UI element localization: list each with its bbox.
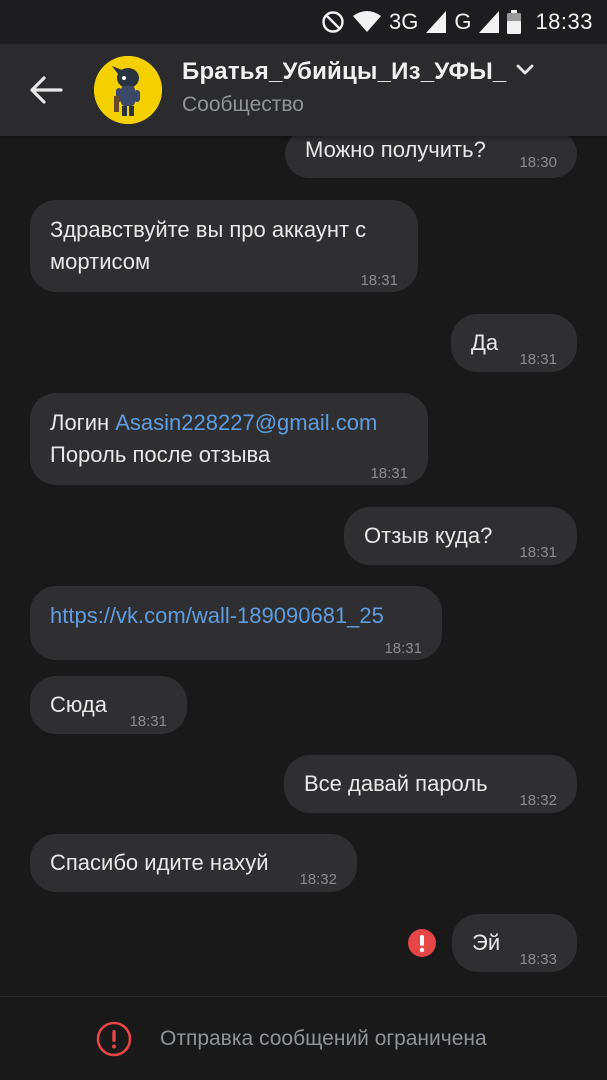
email-link[interactable]: Asasin228227@gmail.com [115,410,377,435]
status-bar: 3G G 18:33 [0,0,607,44]
chat-header: Братья_Убийцы_Из_УФЫ_ Сообщество [0,44,607,136]
message-text: Спасибо идите нахуй [50,850,269,875]
send-error-icon[interactable] [408,929,436,957]
message-time: 18:31 [370,465,408,482]
message-text-line: Пороль после отзыва [50,442,271,467]
status-time: 18:33 [535,9,593,34]
message-time: 18:30 [519,154,557,171]
message-time: 18:31 [129,713,167,730]
restricted-text: Отправка сообщений ограничена [160,1027,487,1050]
arrow-left-icon [30,76,63,104]
message-bubble-incoming[interactable]: https://vk.com/wall-189090681_25 18:31 [30,586,442,660]
chevron-down-icon[interactable] [516,63,534,81]
wall-link[interactable]: https://vk.com/wall-189090681_25 [50,600,384,632]
message-text: Отзыв куда? [364,523,493,548]
message-time: 18:32 [299,871,337,888]
login-label: Логин [50,410,116,435]
message-text-line: Логин Asasin228227@gmail.com [50,407,377,439]
back-button[interactable] [26,74,66,106]
message-text: Можно получить? [305,137,486,162]
signal-icon [426,11,447,33]
community-avatar[interactable] [94,56,162,124]
message-text: Сюда [50,692,107,717]
message-text: Все давай пароль [304,771,488,796]
message-bubble-incoming[interactable]: Спасибо идите нахуй 18:32 [30,834,357,892]
battery-icon [507,10,522,34]
do-not-disturb-icon [321,10,345,34]
message-bubble-outgoing[interactable]: Отзыв куда? 18:31 [344,507,577,565]
avatar-image [94,56,162,124]
network-g-label: G [454,9,472,34]
message-bubble-outgoing[interactable]: Да 18:31 [451,314,577,372]
message-text-line: мортисом [50,249,151,274]
message-time: 18:31 [360,272,398,289]
message-list[interactable]: Можно получить? 18:30 Здравствуйте вы пр… [0,136,607,996]
message-bubble-incoming[interactable]: Здравствуйте вы про аккаунт с мортисом 1… [30,200,418,292]
message-bubble-outgoing[interactable]: Эй 18:33 [452,914,577,972]
message-bubble-outgoing[interactable]: Все давай пароль 18:32 [284,755,577,813]
message-time: 18:31 [519,544,557,561]
message-restricted-bar: Отправка сообщений ограничена [0,996,607,1080]
network-3g-label: 3G [388,9,419,34]
alert-circle-icon [96,1021,132,1062]
message-time: 18:31 [384,640,422,657]
community-title[interactable]: Братья_Убийцы_Из_УФЫ_ [182,58,506,86]
message-time: 18:33 [519,951,557,968]
signal-icon-2 [479,11,500,33]
message-bubble-incoming[interactable]: Логин Asasin228227@gmail.com Пороль посл… [30,393,428,485]
message-text-line: Здравствуйте вы про аккаунт с [50,217,367,242]
message-bubble-outgoing[interactable]: Можно получить? 18:30 [285,136,577,178]
message-text: Да [471,330,499,355]
community-subtitle: Сообщество [182,93,304,116]
wifi-icon [352,11,381,33]
message-text: Эй [472,930,501,955]
message-bubble-incoming[interactable]: Сюда 18:31 [30,676,187,734]
message-time: 18:32 [519,792,557,809]
message-time: 18:31 [519,351,557,368]
